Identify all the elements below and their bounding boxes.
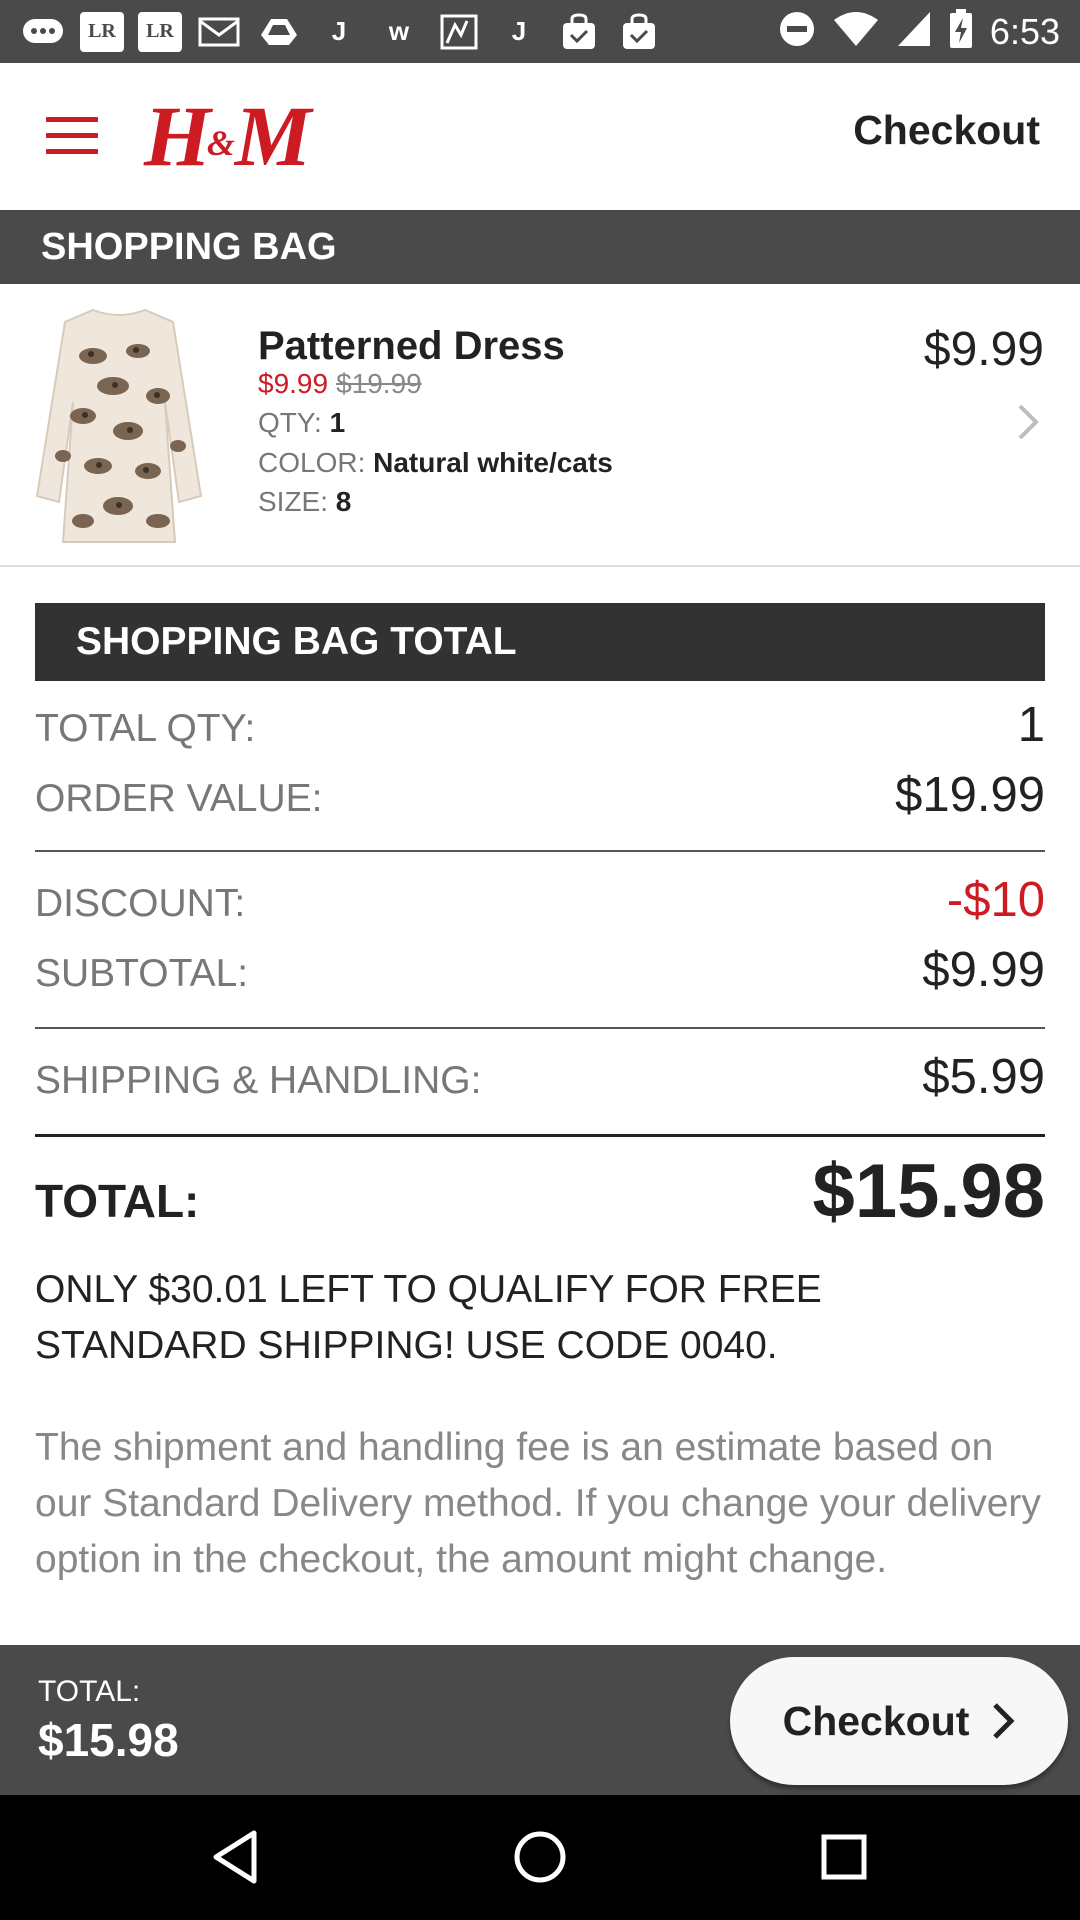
shopping-bag-check-icon [616, 12, 662, 52]
shipping-label: SHIPPING & HANDLING: [35, 1059, 482, 1102]
status-bar: LR LR J w J 6:53 [0, 0, 1080, 63]
hamburger-icon [46, 117, 98, 122]
logo-amp: & [206, 123, 235, 163]
divider [35, 850, 1045, 852]
do-not-disturb-icon [778, 10, 816, 53]
clock: 6:53 [989, 10, 1060, 52]
grand-total-row: TOTAL: $15.98 [35, 1148, 1045, 1235]
hamburger-icon-line [46, 133, 98, 138]
discount-value: -$10 [946, 873, 1045, 927]
chevron-right-icon [993, 1703, 1015, 1739]
product-image [33, 306, 206, 544]
size-label: SIZE: [258, 486, 329, 517]
menu-button[interactable] [46, 117, 98, 157]
home-icon[interactable] [510, 1827, 570, 1887]
signal-icon [896, 10, 932, 53]
j-icon: J [511, 16, 527, 46]
size-value: 8 [335, 486, 352, 517]
notification-icons: LR LR J w J [20, 11, 662, 52]
original-price: $19.99 [336, 368, 422, 399]
divider [35, 1134, 1045, 1137]
product-qty: QTY: 1 [258, 407, 345, 439]
shopping-bag-header: SHOPPING BAG [0, 210, 1080, 284]
mail-icon [196, 12, 242, 52]
shipping-row: SHIPPING & HANDLING: $5.99 [35, 1049, 1045, 1105]
total-qty-value: 1 [1017, 698, 1045, 752]
checkout-button-label: Checkout [782, 1697, 970, 1744]
shipping-value: $5.99 [922, 1050, 1045, 1104]
product-size: SIZE: 8 [258, 486, 351, 518]
grand-total-value: $15.98 [812, 1149, 1045, 1234]
order-value-row: ORDER VALUE: $19.99 [35, 767, 1045, 823]
wifi-icon [832, 10, 880, 53]
line-total: $9.99 [923, 323, 1044, 376]
logo-letter: M [234, 88, 311, 184]
qty-value: 1 [329, 407, 346, 438]
grand-total-label: TOTAL: [35, 1175, 200, 1227]
hm-logo[interactable]: H&M [144, 88, 311, 188]
subtotal-label: SUBTOTAL: [35, 952, 249, 995]
hamburger-icon-line [46, 149, 98, 154]
divider [35, 1027, 1045, 1029]
back-icon[interactable] [206, 1827, 266, 1887]
discount-row: DISCOUNT: -$10 [35, 872, 1045, 928]
checkout-button[interactable]: Checkout [730, 1657, 1068, 1785]
order-value-label: ORDER VALUE: [35, 777, 323, 820]
battery-charging-icon [948, 8, 974, 55]
system-icons: 6:53 [778, 8, 1060, 55]
product-name: Patterned Dress [258, 324, 565, 368]
subtotal-value: $9.99 [922, 943, 1045, 997]
app-header: H&M Checkout [0, 63, 1080, 210]
color-value: Natural white/cats [373, 447, 613, 478]
recents-icon[interactable] [814, 1827, 874, 1887]
lr-icon: LR [138, 11, 182, 52]
drive-icon [256, 12, 302, 52]
total-qty-label: TOTAL QTY: [35, 707, 256, 750]
j-icon: J [331, 16, 347, 46]
navigation-bar [0, 1795, 1080, 1920]
total-qty-row: TOTAL QTY: 1 [35, 697, 1045, 753]
bottom-total-value: $15.98 [38, 1714, 179, 1766]
discount-label: DISCOUNT: [35, 882, 246, 925]
order-value: $19.99 [895, 768, 1045, 822]
bag-item[interactable]: Patterned Dress $9.99 $19.99 QTY: 1 COLOR… [0, 284, 1080, 567]
bag-total-header: SHOPPING BAG TOTAL [35, 603, 1045, 681]
product-prices: $9.99 $19.99 [258, 368, 422, 400]
color-label: COLOR: [258, 447, 366, 478]
product-color: COLOR: Natural white/cats [258, 447, 613, 479]
free-shipping-promo: ONLY $30.01 LEFT TO QUALIFY FOR FREE STA… [35, 1268, 822, 1367]
w-icon: w [388, 16, 410, 46]
header-checkout-link[interactable]: Checkout [853, 107, 1040, 154]
sale-price: $9.99 [258, 368, 329, 399]
shopping-bag-icon [556, 12, 602, 52]
bottom-total-label: TOTAL: [38, 1675, 141, 1708]
chat-bubble-icon [20, 12, 66, 52]
shipping-estimate-note: The shipment and handling fee is an esti… [35, 1426, 1041, 1581]
map-icon [436, 12, 482, 52]
checkout-bar: TOTAL: $15.98 Checkout [0, 1645, 1080, 1795]
chevron-right-icon[interactable] [1012, 402, 1042, 440]
qty-label: QTY: [258, 407, 322, 438]
subtotal-row: SUBTOTAL: $9.99 [35, 942, 1045, 998]
logo-letter: H [144, 88, 211, 184]
lr-icon: LR [80, 11, 124, 52]
